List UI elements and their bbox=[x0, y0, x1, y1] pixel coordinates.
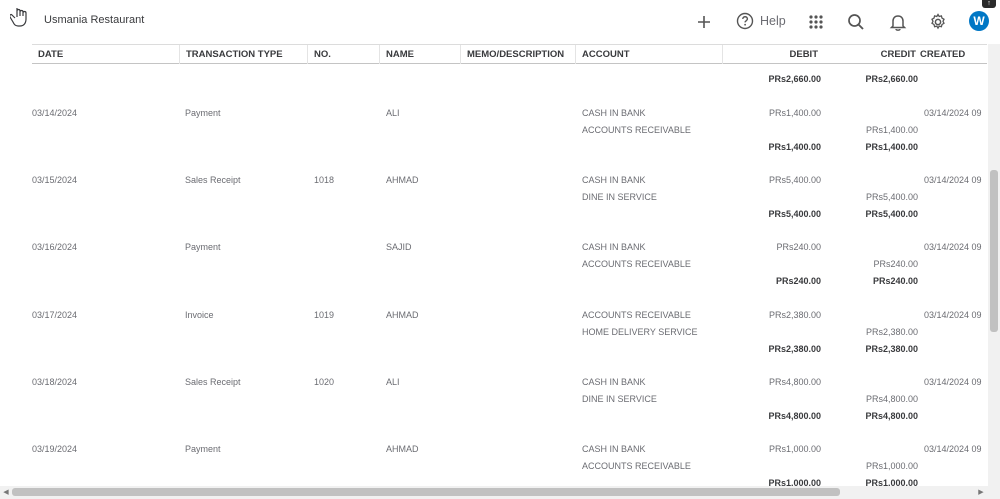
company-name: Usmania Restaurant bbox=[44, 14, 145, 26]
row-number: 1020 bbox=[314, 377, 335, 387]
row-date: 03/15/2024 bbox=[32, 175, 78, 185]
help-button[interactable]: Help bbox=[736, 11, 786, 31]
row-debit: PRs4,800.00 bbox=[768, 377, 821, 387]
column-header-memo[interactable]: MEMO/DESCRIPTION bbox=[460, 45, 575, 64]
row-account: CASH IN BANK bbox=[582, 175, 646, 185]
bell-icon[interactable] bbox=[888, 12, 908, 32]
user-avatar[interactable]: W bbox=[969, 11, 989, 31]
row-created: 03/14/2024 09 bbox=[924, 175, 982, 185]
row-total-credit: PRs1,400.00 bbox=[865, 142, 918, 152]
grid-icon[interactable] bbox=[806, 12, 826, 32]
column-header-date[interactable]: DATE bbox=[32, 45, 179, 64]
scroll-right-arrow-icon[interactable]: ▶ bbox=[976, 487, 986, 498]
row-account: CASH IN BANK bbox=[582, 444, 646, 454]
row-account: CASH IN BANK bbox=[582, 377, 646, 387]
row-transaction-type[interactable]: Sales Receipt bbox=[185, 377, 241, 387]
search-icon[interactable] bbox=[846, 12, 866, 32]
row-created: 03/14/2024 09 bbox=[924, 377, 982, 387]
row-transaction-type[interactable]: Sales Receipt bbox=[185, 175, 241, 185]
row-credit: PRs5,400.00 bbox=[865, 192, 918, 202]
column-header-created[interactable]: CREATED bbox=[917, 45, 987, 64]
row-total-credit: PRs1,000.00 bbox=[865, 478, 918, 486]
row-credit: PRs240.00 bbox=[873, 259, 918, 269]
table-header: DATE TRANSACTION TYPE NO. NAME MEMO/DESC… bbox=[32, 44, 987, 64]
row-total-debit: PRs1,400.00 bbox=[768, 142, 821, 152]
row-account: ACCOUNTS RECEIVABLE bbox=[582, 461, 691, 471]
help-label: Help bbox=[760, 14, 786, 28]
row-credit: PRs1,000.00 bbox=[865, 461, 918, 471]
window-corner-badge: ↑ bbox=[982, 0, 996, 8]
column-header-credit[interactable]: CREDIT bbox=[822, 45, 920, 64]
row-date: 03/14/2024 bbox=[32, 108, 78, 118]
row-account: ACCOUNTS RECEIVABLE bbox=[582, 259, 691, 269]
row-credit: PRs1,400.00 bbox=[865, 125, 918, 135]
row-created: 03/14/2024 09 bbox=[924, 444, 982, 454]
prev-total-debit: PRs2,660.00 bbox=[768, 74, 821, 84]
hand-cursor-icon bbox=[10, 8, 27, 27]
row-name: ALI bbox=[386, 108, 400, 118]
transaction-table-body: PRs2,660.00 PRs2,660.00 03/14/2024 Payme… bbox=[0, 64, 988, 486]
row-transaction-type[interactable]: Payment bbox=[185, 108, 221, 118]
row-debit: PRs1,400.00 bbox=[768, 108, 821, 118]
row-name: AHMAD bbox=[386, 175, 419, 185]
row-date: 03/16/2024 bbox=[32, 242, 78, 252]
row-debit: PRs2,380.00 bbox=[768, 310, 821, 320]
horizontal-scrollbar-thumb[interactable] bbox=[12, 488, 840, 496]
row-total-debit: PRs5,400.00 bbox=[768, 209, 821, 219]
row-name: ALI bbox=[386, 377, 400, 387]
row-account: CASH IN BANK bbox=[582, 108, 646, 118]
vertical-scrollbar-thumb[interactable] bbox=[990, 170, 998, 332]
row-date: 03/17/2024 bbox=[32, 310, 78, 320]
column-header-debit[interactable]: DEBIT bbox=[722, 45, 822, 64]
row-name: AHMAD bbox=[386, 310, 419, 320]
row-total-credit: PRs5,400.00 bbox=[865, 209, 918, 219]
row-transaction-type[interactable]: Invoice bbox=[185, 310, 214, 320]
row-created: 03/14/2024 09 bbox=[924, 310, 982, 320]
gear-icon[interactable] bbox=[928, 12, 948, 32]
row-credit: PRs2,380.00 bbox=[865, 327, 918, 337]
row-total-credit: PRs4,800.00 bbox=[865, 411, 918, 421]
row-account: DINE IN SERVICE bbox=[582, 394, 657, 404]
column-header-name[interactable]: NAME bbox=[379, 45, 460, 64]
row-transaction-type[interactable]: Payment bbox=[185, 242, 221, 252]
row-date: 03/18/2024 bbox=[32, 377, 78, 387]
top-bar: ↑ Usmania Restaurant Help W bbox=[0, 0, 1000, 44]
row-number: 1018 bbox=[314, 175, 335, 185]
row-account: ACCOUNTS RECEIVABLE bbox=[582, 310, 691, 320]
row-name: AHMAD bbox=[386, 444, 419, 454]
row-debit: PRs240.00 bbox=[776, 242, 821, 252]
row-credit: PRs4,800.00 bbox=[865, 394, 918, 404]
row-name: SAJID bbox=[386, 242, 412, 252]
row-total-credit: PRs2,380.00 bbox=[865, 344, 918, 354]
plus-icon[interactable] bbox=[694, 12, 714, 32]
column-header-no[interactable]: NO. bbox=[307, 45, 379, 64]
scroll-left-arrow-icon[interactable]: ◀ bbox=[1, 487, 11, 498]
column-header-transaction-type[interactable]: TRANSACTION TYPE bbox=[179, 45, 307, 64]
row-debit: PRs1,000.00 bbox=[768, 444, 821, 454]
row-created: 03/14/2024 09 bbox=[924, 242, 982, 252]
row-debit: PRs5,400.00 bbox=[768, 175, 821, 185]
row-account: ACCOUNTS RECEIVABLE bbox=[582, 125, 691, 135]
row-total-debit: PRs4,800.00 bbox=[768, 411, 821, 421]
row-total-credit: PRs240.00 bbox=[872, 276, 918, 286]
prev-total-credit: PRs2,660.00 bbox=[865, 74, 918, 84]
row-total-debit: PRs240.00 bbox=[775, 276, 821, 286]
row-number: 1019 bbox=[314, 310, 335, 320]
row-created: 03/14/2024 09 bbox=[924, 108, 982, 118]
row-total-debit: PRs1,000.00 bbox=[768, 478, 821, 486]
question-circle-icon bbox=[736, 12, 754, 30]
row-total-debit: PRs2,380.00 bbox=[768, 344, 821, 354]
row-date: 03/19/2024 bbox=[32, 444, 78, 454]
row-account: HOME DELIVERY SERVICE bbox=[582, 327, 698, 337]
row-account: CASH IN BANK bbox=[582, 242, 646, 252]
row-transaction-type[interactable]: Payment bbox=[185, 444, 221, 454]
column-header-account[interactable]: ACCOUNT bbox=[575, 45, 722, 64]
row-account: DINE IN SERVICE bbox=[582, 192, 657, 202]
